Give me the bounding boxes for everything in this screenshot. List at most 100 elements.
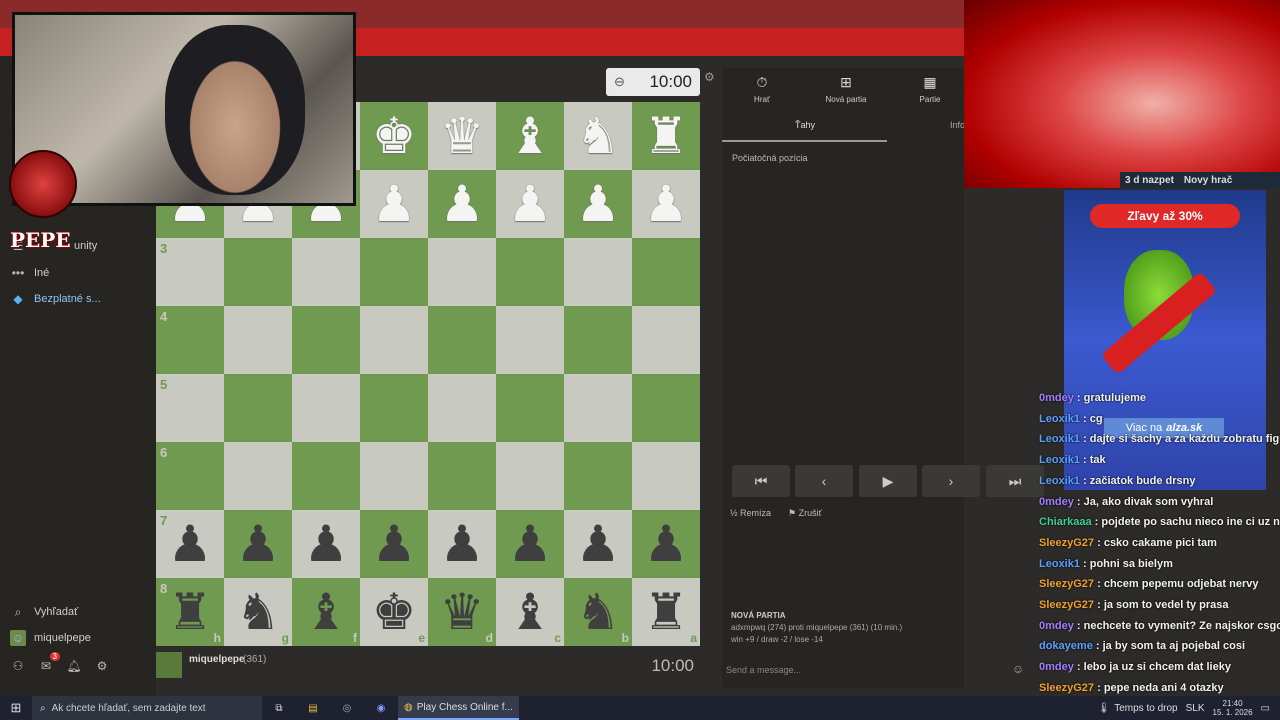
board-square[interactable]: ♟ [360, 170, 428, 238]
chess-piece[interactable]: ♟ [644, 179, 689, 229]
board-square[interactable] [632, 374, 700, 442]
board-square[interactable]: 3 [156, 238, 224, 306]
board-square[interactable]: ♟ 7 [156, 510, 224, 578]
sidebar-user[interactable]: ☺ miquelpepe [10, 630, 91, 646]
board-square[interactable]: ♜ [632, 102, 700, 170]
board-square[interactable] [292, 374, 360, 442]
board-square[interactable]: ♛ [428, 102, 496, 170]
chess-piece[interactable]: ♟ [440, 179, 485, 229]
prev-move-button[interactable]: ‹ [795, 465, 853, 497]
chess-piece[interactable]: ♞ [576, 587, 621, 637]
start-position[interactable]: Počiatočná pozícia [732, 153, 808, 163]
board-square[interactable] [632, 238, 700, 306]
chess-piece[interactable]: ♜ [644, 587, 689, 637]
chess-piece[interactable]: ♟ [372, 519, 417, 569]
board-square[interactable]: ♟ [632, 510, 700, 578]
board-square[interactable] [292, 442, 360, 510]
chat-username[interactable]: Leoxik1 [1039, 475, 1080, 487]
mail-icon[interactable]: ✉ 3 [38, 652, 60, 674]
board-square[interactable] [564, 238, 632, 306]
board-square[interactable] [632, 306, 700, 374]
chat-username[interactable]: Leoxik1 [1039, 413, 1080, 425]
board-square[interactable]: ♟ [496, 510, 564, 578]
board-square[interactable]: ♚ e [360, 578, 428, 646]
chat-username[interactable]: SleezyG27 [1039, 599, 1094, 611]
play-button[interactable]: ▶ [859, 465, 917, 497]
chess-piece[interactable]: ♟ [508, 519, 553, 569]
chess-piece[interactable]: ♟ [644, 519, 689, 569]
sidebar-search[interactable]: ⌕ Vyhľadať [10, 604, 79, 620]
board-square[interactable]: ♟ [564, 170, 632, 238]
board-square[interactable]: ♞ g [224, 578, 292, 646]
sidebar-item-more[interactable]: ••• Iné [10, 265, 50, 281]
board-square[interactable]: ♞ [564, 102, 632, 170]
board-square[interactable] [224, 374, 292, 442]
board-square[interactable] [564, 442, 632, 510]
chat-username[interactable]: Chiarkaaa [1039, 516, 1092, 528]
chat-username[interactable]: SleezyG27 [1039, 537, 1094, 549]
first-move-button[interactable]: ⏮ [732, 465, 790, 497]
board-square[interactable]: ♜ a [632, 578, 700, 646]
steam-icon[interactable]: ◎ [330, 703, 364, 714]
chat-username[interactable]: Leoxik1 [1039, 454, 1080, 466]
board-square[interactable]: ♝ [496, 102, 564, 170]
chess-piece[interactable]: ♟ [508, 179, 553, 229]
board-square[interactable] [496, 238, 564, 306]
board-square[interactable]: ♟ [496, 170, 564, 238]
board-square[interactable] [428, 374, 496, 442]
chat-username[interactable]: Leoxik1 [1039, 558, 1080, 570]
board-square[interactable] [496, 306, 564, 374]
board-square[interactable] [224, 442, 292, 510]
sidebar-item-free[interactable]: ◆ Bezplatné s... [10, 291, 100, 307]
task-view-icon[interactable]: ⧉ [262, 703, 296, 714]
board-square[interactable]: ♚ [360, 102, 428, 170]
emoji-icon[interactable]: ☺ [1012, 662, 1024, 676]
chess-piece[interactable]: ♝ [508, 587, 553, 637]
board-square[interactable] [360, 306, 428, 374]
board-square[interactable]: ♟ [632, 170, 700, 238]
file-explorer-icon[interactable]: ▤ [296, 703, 330, 714]
taskbar-chrome-tab[interactable]: ◍ Play Chess Online f... [398, 696, 519, 720]
abort-button[interactable]: ⚑ Zrušiť [788, 508, 822, 519]
tab-play[interactable]: ⏱ Hrať [732, 74, 792, 104]
board-square[interactable] [564, 374, 632, 442]
tray-lang[interactable]: SLK [1186, 703, 1213, 714]
chat-username[interactable]: SleezyG27 [1039, 682, 1094, 694]
chess-piece[interactable]: ♜ [644, 111, 689, 161]
chess-piece[interactable]: ♟ [168, 519, 213, 569]
board-square[interactable]: ♟ [292, 510, 360, 578]
message-input[interactable]: Send a message... [726, 665, 801, 675]
board-square[interactable] [360, 442, 428, 510]
player-name[interactable]: miquelpepe [189, 654, 245, 665]
notifications-icon[interactable]: ▭ [1261, 703, 1280, 714]
board-square[interactable]: 6 [156, 442, 224, 510]
chess-piece[interactable]: ♚ [372, 587, 417, 637]
bell-icon[interactable]: 🔔︎ [66, 658, 82, 674]
chat-username[interactable]: SleezyG27 [1039, 578, 1094, 590]
board-square[interactable]: ♛ d [428, 578, 496, 646]
board-square[interactable] [224, 238, 292, 306]
board-square[interactable]: 5 [156, 374, 224, 442]
chess-piece[interactable]: ♟ [576, 519, 621, 569]
chess-piece[interactable]: ♛ [440, 587, 485, 637]
friends-icon[interactable]: ⚇ [10, 658, 26, 674]
subtab-moves[interactable]: Ťahy [795, 120, 815, 130]
board-square[interactable]: ♟ [428, 170, 496, 238]
chess-piece[interactable]: ♚ [372, 111, 417, 161]
board-square[interactable] [496, 442, 564, 510]
settings-icon[interactable]: ⚙ [94, 658, 110, 674]
chat-username[interactable]: 0mdey [1039, 620, 1074, 632]
chat-username[interactable]: Leoxik1 [1039, 433, 1080, 445]
chess-piece[interactable]: ♟ [236, 519, 281, 569]
chess-piece[interactable]: ♞ [576, 111, 621, 161]
subtab-info[interactable]: Info [950, 120, 965, 130]
tray-clock[interactable]: 21:40 15. 1. 2026 [1213, 699, 1261, 717]
board-square[interactable] [564, 306, 632, 374]
taskbar-search[interactable]: ⌕ Ak chcete hľadať, sem zadajte text [32, 696, 262, 720]
board-square[interactable] [428, 238, 496, 306]
chess-piece[interactable]: ♝ [508, 111, 553, 161]
board-square[interactable]: 4 [156, 306, 224, 374]
chess-piece[interactable]: ♟ [576, 179, 621, 229]
board-square[interactable] [292, 306, 360, 374]
chess-piece[interactable]: ♟ [304, 519, 349, 569]
